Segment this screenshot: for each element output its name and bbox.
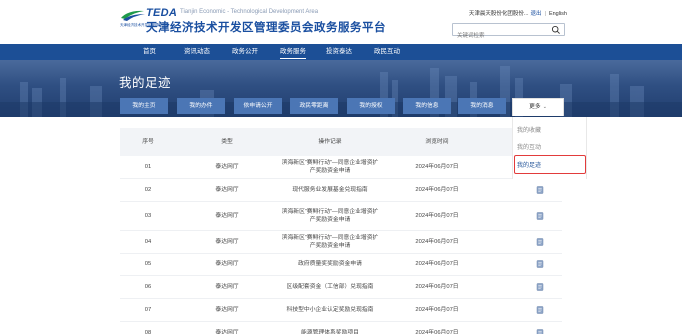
row-type: 泰达网厅 <box>215 261 239 267</box>
row-number: 05 <box>144 261 152 267</box>
column-header-type: 类型 <box>221 139 233 145</box>
table-row[interactable]: 04 泰达网厅 滨海新区“赛鲟行动”—同意企业增资扩产奖励资金申请 2024年06月0… <box>120 231 562 254</box>
selection-highlight-box <box>514 155 586 174</box>
table-row[interactable]: 03 泰达网厅 滨海新区“赛鲟行动”—同意企业增资扩产奖励资金申请 2024年06月0… <box>120 202 562 231</box>
footprint-table: 序号 类型 操作记录 浏览时间 01 泰达网厅 滨海新区“赛鲟行动”—同意企业增资扩… <box>120 128 562 334</box>
more-dropdown-menu: 我的收藏 我的互动 我的足迹 <box>512 117 587 179</box>
tab-my-messages[interactable]: 我的消息 <box>458 98 506 114</box>
row-time: 2024年06月07日 <box>415 330 459 334</box>
tab-my-authorization[interactable]: 我的授权 <box>347 98 395 114</box>
top-links: 天津晨天股份化团股份... 退出 | English <box>469 9 567 17</box>
row-number: 07 <box>144 307 152 313</box>
row-number: 06 <box>144 284 152 290</box>
row-record: 现代服务业发展基金兑现指南 <box>292 187 368 193</box>
more-label: 更多 <box>529 104 541 110</box>
row-record: 政府质量奖奖励资金申请 <box>298 261 362 267</box>
row-number: 01 <box>144 164 152 170</box>
document-icon[interactable] <box>536 306 544 314</box>
row-record: 能源管理体系奖励项目 <box>301 330 359 334</box>
main-nav: 首页 资讯动态 政务公开 政务服务 投资泰达 政民互动 <box>0 44 682 60</box>
link-separator: | <box>544 11 546 17</box>
tab-my-cases[interactable]: 我的办件 <box>177 98 225 114</box>
platform-title: 天津经济技术开发区管理委员会政务服务平台 <box>146 22 386 34</box>
column-header-no: 序号 <box>142 139 154 145</box>
table-header: 序号 类型 操作记录 浏览时间 <box>120 128 562 156</box>
nav-item-news[interactable]: 资讯动态 <box>184 44 210 60</box>
dropdown-item-interaction[interactable]: 我的互动 <box>517 142 541 151</box>
table-row[interactable]: 08 泰达网厅 能源管理体系奖励项目 2024年06月07日 <box>120 322 562 334</box>
row-record: 滨海新区“赛鲟行动”—同意企业增资扩产奖励资金申请 <box>281 235 379 249</box>
tab-more[interactable]: 更多 ⌄ <box>512 98 564 116</box>
tab-my-info[interactable]: 我的信息 <box>403 98 451 114</box>
row-type: 泰达网厅 <box>215 213 239 219</box>
row-time: 2024年06月07日 <box>415 187 459 193</box>
document-icon[interactable] <box>536 329 544 334</box>
logo-teda-text: TEDA <box>146 7 178 19</box>
nav-item-invest[interactable]: 投资泰达 <box>326 44 352 60</box>
tab-disclosure-request[interactable]: 依申请公开 <box>234 98 282 114</box>
search-icon[interactable] <box>551 25 561 35</box>
row-number: 04 <box>144 239 152 245</box>
english-link[interactable]: English <box>549 11 567 17</box>
nav-item-gov-open[interactable]: 政务公开 <box>232 44 258 60</box>
tab-citizen-gov[interactable]: 政民零距离 <box>290 98 338 114</box>
row-number: 08 <box>144 330 152 334</box>
nav-item-interaction[interactable]: 政民互动 <box>374 44 400 60</box>
document-icon[interactable] <box>536 238 544 246</box>
row-type: 泰达网厅 <box>215 164 239 170</box>
row-type: 泰达网厅 <box>215 330 239 334</box>
logout-link[interactable]: 退出 <box>531 11 542 17</box>
search-input[interactable] <box>453 30 549 42</box>
row-record: 科技型中小企业认定奖励兑现指南 <box>286 307 374 313</box>
nav-item-home[interactable]: 首页 <box>143 44 156 60</box>
row-number: 03 <box>144 213 152 219</box>
table-row[interactable]: 02 泰达网厅 现代服务业发展基金兑现指南 2024年06月07日 <box>120 179 562 202</box>
tab-my-home[interactable]: 我的主页 <box>120 98 168 114</box>
row-record: 区级配套资金（工信部）兑现指南 <box>286 284 374 290</box>
page-banner: 我的足迹 我的主页 我的办件 依申请公开 政民零距离 我的授权 我的信息 我的消… <box>0 60 682 117</box>
document-icon[interactable] <box>536 260 544 268</box>
city-skyline-image <box>0 66 682 117</box>
row-time: 2024年06月07日 <box>415 307 459 313</box>
user-name[interactable]: 天津晨天股份化团股份... <box>469 11 529 17</box>
document-icon[interactable] <box>536 186 544 194</box>
row-type: 泰达网厅 <box>215 239 239 245</box>
row-type: 泰达网厅 <box>215 307 239 313</box>
document-icon[interactable] <box>536 283 544 291</box>
chevron-down-icon: ⌄ <box>542 104 547 110</box>
table-row[interactable]: 07 泰达网厅 科技型中小企业认定奖励兑现指南 2024年06月07日 <box>120 299 562 322</box>
row-time: 2024年06月07日 <box>415 213 459 219</box>
row-time: 2024年06月07日 <box>415 239 459 245</box>
nav-item-gov-service[interactable]: 政务服务 <box>280 44 306 60</box>
row-record: 滨海新区“赛鲟行动”—同意企业增资扩产奖励资金申请 <box>281 209 379 223</box>
column-header-record: 操作记录 <box>318 139 342 145</box>
row-record: 滨海新区“赛鲟行动”—同意企业增资扩产奖励资金申请 <box>281 160 379 174</box>
row-time: 2024年06月07日 <box>415 164 459 170</box>
dropdown-item-favorites[interactable]: 我的收藏 <box>517 125 541 134</box>
row-type: 泰达网厅 <box>215 187 239 193</box>
column-header-time: 浏览时间 <box>425 139 449 145</box>
logo-english-text: Tianjin Economic - Technological Develop… <box>180 9 319 15</box>
table-row[interactable]: 01 泰达网厅 滨海新区“赛鲟行动”—同意企业增资扩产奖励资金申请 2024年06月0… <box>120 156 562 179</box>
teda-swoosh-icon <box>121 10 145 21</box>
document-icon[interactable] <box>536 212 544 220</box>
row-type: 泰达网厅 <box>215 284 239 290</box>
table-row[interactable]: 06 泰达网厅 区级配套资金（工信部）兑现指南 2024年06月07日 <box>120 276 562 299</box>
row-number: 02 <box>144 187 152 193</box>
search-box <box>452 23 565 42</box>
row-time: 2024年06月07日 <box>415 261 459 267</box>
page-title: 我的足迹 <box>119 76 172 90</box>
site-header: TEDA Tianjin Economic - Technological De… <box>0 0 682 44</box>
table-row[interactable]: 05 泰达网厅 政府质量奖奖励资金申请 2024年06月07日 <box>120 253 562 276</box>
row-time: 2024年06月07日 <box>415 284 459 290</box>
